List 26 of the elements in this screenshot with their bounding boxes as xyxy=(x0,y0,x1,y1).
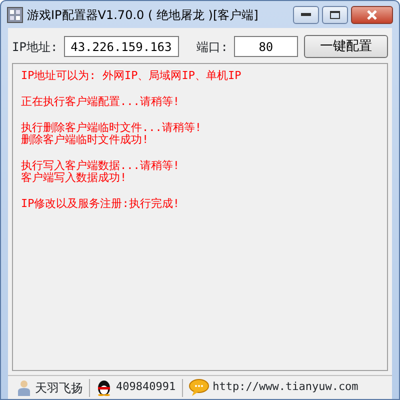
ip-field[interactable]: 43.226.159.163 xyxy=(64,36,179,57)
minimize-icon xyxy=(301,12,311,16)
log-line: 客户端写入数据成功! xyxy=(21,172,128,184)
close-icon xyxy=(367,10,377,20)
minimize-button[interactable] xyxy=(293,6,319,24)
ip-label: IP地址: xyxy=(12,38,58,56)
status-text: 天羽飞扬 xyxy=(35,380,83,396)
log-line: IP修改以及服务注册:执行完成! xyxy=(21,198,180,210)
log-line: 执行删除客户端临时文件...请稍等! xyxy=(21,122,202,134)
window-title: 游戏IP配置器V1.70.0 ( 绝地屠龙 )[客户端] xyxy=(27,6,258,24)
app-icon xyxy=(7,6,23,22)
close-button[interactable] xyxy=(351,6,393,24)
maximize-button[interactable] xyxy=(322,6,348,24)
maximize-icon xyxy=(330,10,340,18)
penguin-icon xyxy=(96,379,112,396)
port-label: 端口: xyxy=(196,38,228,56)
speech-bubble-icon xyxy=(188,379,209,396)
log-line: 删除客户端临时文件成功! xyxy=(21,134,150,146)
log-line: IP地址可以为: 外网IP、局域网IP、单机IP xyxy=(21,70,242,82)
port-field[interactable]: 80 xyxy=(234,36,298,57)
user-icon xyxy=(17,380,31,396)
log-line: 执行写入客户端数据...请稍等! xyxy=(21,160,180,172)
status-text: http://www.tianyuw.com xyxy=(212,379,358,396)
configure-button[interactable]: 一键配置 xyxy=(304,35,388,58)
log-line: 正在执行客户端配置...请稍等! xyxy=(21,96,180,108)
status-text: 409840991 xyxy=(116,379,176,396)
